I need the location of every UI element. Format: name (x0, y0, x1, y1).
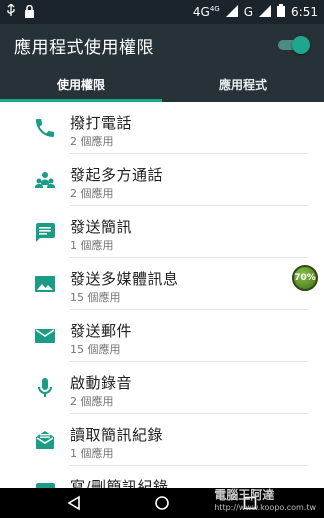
permission-title: 撥打電話 (70, 114, 133, 132)
home-icon (155, 496, 169, 510)
back-button[interactable] (62, 491, 86, 515)
tab-apps[interactable]: 應用程式 (162, 66, 324, 102)
permission-title: 發送簡訊 (70, 218, 133, 236)
master-toggle-switch[interactable] (276, 35, 310, 55)
list-item[interactable]: 撥打電話 2 個應用 (0, 102, 324, 154)
signal-icon (225, 4, 238, 20)
list-item[interactable]: 讀取簡訊紀錄 1 個應用 (0, 414, 324, 466)
permission-title: 發送郵件 (70, 322, 133, 340)
list-item[interactable]: 啟動錄音 2 個應用 (0, 362, 324, 414)
permission-count: 2 個應用 (70, 395, 114, 408)
permission-count: 15 個應用 (70, 343, 121, 356)
permission-count: 2 個應用 (70, 187, 114, 200)
lock-icon (24, 3, 35, 22)
list-item[interactable]: 發送多媒體訊息 15 個應用 (0, 258, 324, 310)
permission-count: 2 個應用 (70, 135, 114, 148)
watermark: 電腦王阿達 http://www.koopo.com.tw (214, 486, 316, 512)
watermark-url: http://www.koopo.com.tw (214, 503, 316, 512)
list-item[interactable]: 發送郵件 15 個應用 (0, 310, 324, 362)
app-toolbar: 應用程式使用權限 (0, 24, 324, 66)
permission-title: 發送多媒體訊息 (70, 270, 179, 288)
signal-icon-2 (259, 4, 272, 20)
usb-icon (6, 2, 16, 22)
tab-apps-label: 應用程式 (218, 77, 267, 92)
permission-title: 寫/刪簡訊紀錄 (70, 478, 169, 488)
tab-permissions[interactable]: 使用權限 (0, 66, 162, 102)
status-bar: 4G4G G 6:51 (0, 0, 324, 24)
permission-title: 發起多方通話 (70, 166, 164, 184)
permission-count: 15 個應用 (70, 291, 121, 304)
home-button[interactable] (150, 491, 174, 515)
list-item[interactable]: 發送簡訊 1 個應用 (0, 206, 324, 258)
permission-count: 1 個應用 (70, 239, 114, 252)
clock: 6:51 (291, 5, 318, 19)
page-title: 應用程式使用權限 (14, 37, 154, 58)
g-network-label: G (243, 5, 254, 19)
tab-permissions-label: 使用權限 (56, 77, 105, 92)
image-icon (33, 272, 57, 296)
back-icon (67, 495, 80, 511)
network-type-label: 4G4G (192, 5, 220, 19)
toggle-thumb (292, 36, 310, 54)
edit-sms-icon (33, 480, 57, 488)
email-icon (33, 324, 57, 348)
watermark-title: 電腦王阿達 (214, 488, 275, 502)
list-item[interactable]: 發起多方通話 2 個應用 (0, 154, 324, 206)
group-icon (33, 168, 57, 192)
message-icon (33, 220, 57, 244)
permission-title: 讀取簡訊紀錄 (70, 426, 164, 444)
floating-memory-badge[interactable]: 70% (292, 265, 318, 291)
read-sms-icon (33, 428, 57, 452)
android-screen: 4G4G G 6:51 應用程式使用權限 使用權限 應用程式 撥打電話 2 個應… (0, 0, 324, 518)
permission-count: 1 個應用 (70, 447, 114, 460)
list-item[interactable]: 寫/刪簡訊紀錄 (0, 466, 324, 488)
microphone-icon (33, 376, 57, 400)
phone-icon (33, 116, 57, 140)
permission-list: 撥打電話 2 個應用 發起多方通話 2 個應用 發送簡訊 1 個應用 發送多媒體… (0, 102, 324, 488)
tab-bar: 使用權限 應用程式 (0, 66, 324, 102)
permission-title: 啟動錄音 (70, 374, 133, 392)
battery-icon (277, 4, 286, 20)
